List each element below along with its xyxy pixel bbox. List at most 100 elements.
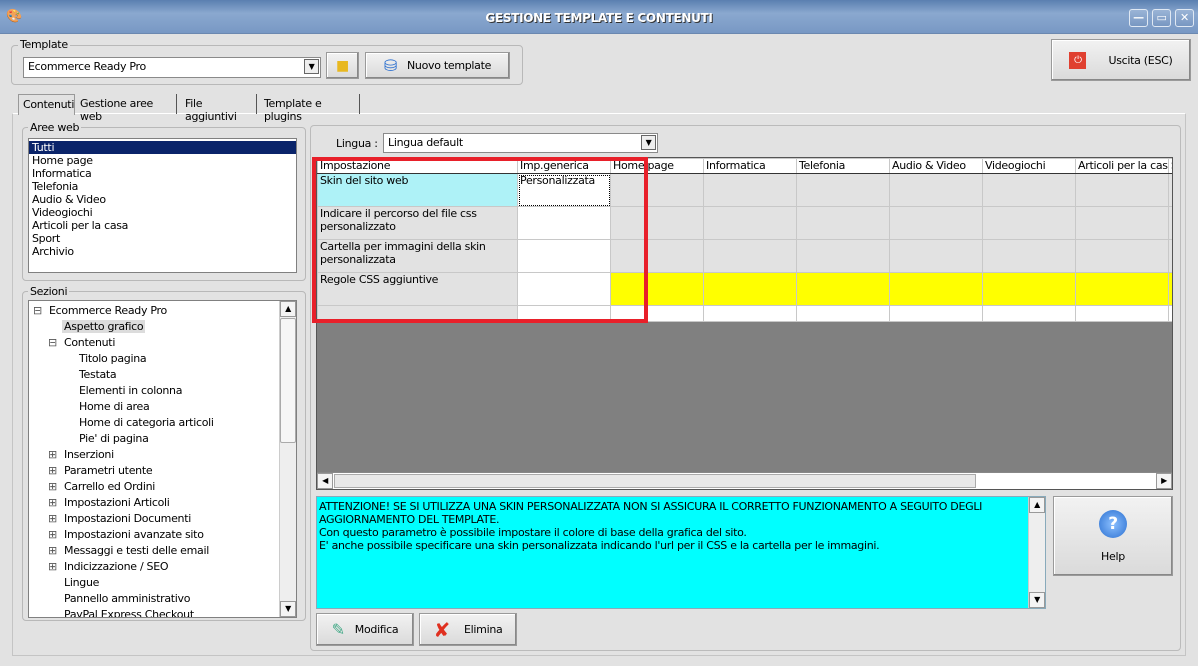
list-item[interactable]: Archivio <box>29 245 296 258</box>
tab-template-plugins[interactable]: Template e plugins <box>260 94 360 123</box>
area-value-cell[interactable] <box>610 206 704 240</box>
list-item[interactable]: Informatica <box>29 167 296 180</box>
table-row[interactable] <box>317 305 1172 322</box>
area-value-cell[interactable] <box>1168 305 1172 322</box>
scroll-up-icon[interactable]: ▲ <box>280 301 296 317</box>
area-value-cell[interactable] <box>610 239 704 273</box>
area-value-cell[interactable] <box>1075 272 1169 306</box>
expand-toggle-icon[interactable]: ⊞ <box>48 447 62 463</box>
area-value-cell[interactable] <box>982 173 1076 207</box>
expand-toggle-icon[interactable]: ⊞ <box>48 463 62 479</box>
area-value-cell[interactable] <box>1075 173 1169 207</box>
description-scrollbar[interactable]: ▲ ▼ <box>1028 497 1045 608</box>
grid-hscrollbar[interactable]: ◀ ▶ <box>317 472 1172 489</box>
expand-toggle-icon[interactable]: ⊞ <box>48 511 62 527</box>
area-value-cell[interactable] <box>610 272 704 306</box>
tree-scrollbar[interactable]: ▲ ▼ <box>279 301 296 617</box>
column-header[interactable]: Telefonia <box>796 158 890 174</box>
scroll-left-icon[interactable]: ◀ <box>317 473 333 489</box>
modify-button[interactable]: ✎ Modifica <box>316 613 414 646</box>
sezioni-tree[interactable]: ⊟ Ecommerce Ready Pro Aspetto grafico ⊟ Cont… <box>28 300 297 618</box>
new-template-button[interactable]: ⛁ Nuovo template <box>365 52 510 79</box>
setting-name-cell[interactable]: Indicare il percorso del file css person… <box>317 206 518 240</box>
table-row[interactable]: Indicare il percorso del file css person… <box>317 206 1172 240</box>
minimize-button[interactable]: — <box>1129 9 1148 27</box>
area-value-cell[interactable] <box>889 305 983 322</box>
column-header[interactable]: S <box>1168 158 1172 174</box>
tree-node[interactable]: Aspetto grafico <box>29 319 296 335</box>
generic-value-cell[interactable] <box>517 272 611 306</box>
area-value-cell[interactable] <box>703 173 797 207</box>
tree-node[interactable]: Titolo pagina <box>29 351 296 367</box>
scroll-thumb[interactable] <box>334 474 976 488</box>
table-row[interactable]: Cartella per immagini della skin persona… <box>317 239 1172 273</box>
column-header[interactable]: Home page <box>610 158 704 174</box>
area-value-cell[interactable] <box>796 173 890 207</box>
tree-node[interactable]: ⊞ Impostazioni Articoli <box>29 495 296 511</box>
tree-node[interactable]: ⊟ Contenuti <box>29 335 296 351</box>
tree-node[interactable]: Lingue <box>29 575 296 591</box>
maximize-button[interactable]: ▭ <box>1152 9 1171 27</box>
area-value-cell[interactable] <box>982 239 1076 273</box>
chevron-down-icon[interactable]: ▼ <box>641 135 656 150</box>
area-value-cell[interactable] <box>1168 173 1172 207</box>
tree-node[interactable]: ⊞ Indicizzazione / SEO <box>29 559 296 575</box>
area-value-cell[interactable] <box>1075 206 1169 240</box>
area-value-cell[interactable] <box>1168 272 1172 306</box>
open-folder-button[interactable]: ■ <box>326 52 359 79</box>
list-item[interactable]: Sport <box>29 232 296 245</box>
area-value-cell[interactable] <box>982 206 1076 240</box>
area-value-cell[interactable] <box>610 173 704 207</box>
tree-node[interactable]: ⊞ Parametri utente <box>29 463 296 479</box>
template-select[interactable]: Ecommerce Ready Pro ▼ <box>23 57 321 78</box>
expand-toggle-icon[interactable]: ⊟ <box>48 335 62 351</box>
area-value-cell[interactable] <box>889 239 983 273</box>
area-value-cell[interactable] <box>703 239 797 273</box>
column-header[interactable]: Videogiochi <box>982 158 1076 174</box>
setting-name-cell[interactable]: Cartella per immagini della skin persona… <box>317 239 518 273</box>
tree-node[interactable]: Testata <box>29 367 296 383</box>
column-header[interactable]: Impostazione <box>317 158 518 174</box>
tree-node[interactable]: Pie' di pagina <box>29 431 296 447</box>
area-value-cell[interactable] <box>796 305 890 322</box>
scroll-right-icon[interactable]: ▶ <box>1156 473 1172 489</box>
list-item[interactable]: Audio & Video <box>29 193 296 206</box>
setting-name-cell[interactable]: Regole CSS aggiuntive <box>317 272 518 306</box>
list-item[interactable]: Tutti <box>29 141 296 154</box>
list-item[interactable]: Home page <box>29 154 296 167</box>
area-value-cell[interactable] <box>982 272 1076 306</box>
area-value-cell[interactable] <box>796 206 890 240</box>
generic-value-cell[interactable] <box>517 206 611 240</box>
list-item[interactable]: Articoli per la casa <box>29 219 296 232</box>
setting-name-cell[interactable] <box>317 305 518 322</box>
column-header[interactable]: Audio & Video <box>889 158 983 174</box>
area-value-cell[interactable] <box>703 272 797 306</box>
table-row[interactable]: Regole CSS aggiuntive <box>317 272 1172 306</box>
aree-web-list[interactable]: Tutti Home page Informatica Telefonia Au… <box>28 138 297 273</box>
expand-toggle-icon[interactable]: ⊞ <box>48 527 62 543</box>
area-value-cell[interactable] <box>1168 206 1172 240</box>
tree-node[interactable]: ⊞ Inserzioni <box>29 447 296 463</box>
tree-node[interactable]: ⊞ Carrello ed Ordini <box>29 479 296 495</box>
column-header[interactable]: Informatica <box>703 158 797 174</box>
expand-toggle-icon[interactable]: ⊞ <box>48 479 62 495</box>
area-value-cell[interactable] <box>1168 239 1172 273</box>
area-value-cell[interactable] <box>889 272 983 306</box>
area-value-cell[interactable] <box>889 206 983 240</box>
scroll-down-icon[interactable]: ▼ <box>280 601 296 617</box>
area-value-cell[interactable] <box>982 305 1076 322</box>
column-header[interactable]: Articoli per la casa <box>1075 158 1169 174</box>
expand-toggle-icon[interactable]: ⊞ <box>48 543 62 559</box>
area-value-cell[interactable] <box>610 305 704 322</box>
scroll-up-icon[interactable]: ▲ <box>1029 497 1045 513</box>
tree-node[interactable]: ⊞ Impostazioni avanzate sito <box>29 527 296 543</box>
scroll-thumb[interactable] <box>280 318 296 443</box>
column-header[interactable]: Imp.generica <box>517 158 611 174</box>
tree-node[interactable]: ⊞ Messaggi e testi delle email <box>29 543 296 559</box>
expand-toggle-icon[interactable]: ⊞ <box>48 495 62 511</box>
tree-node[interactable]: PayPal Express Checkout <box>29 607 296 617</box>
settings-grid[interactable]: Impostazione Imp.generica Home page Informa… <box>316 157 1173 490</box>
generic-value-cell[interactable]: Personalizzata <box>517 173 611 207</box>
delete-button[interactable]: ✘ Elimina <box>419 613 517 646</box>
area-value-cell[interactable] <box>1075 239 1169 273</box>
